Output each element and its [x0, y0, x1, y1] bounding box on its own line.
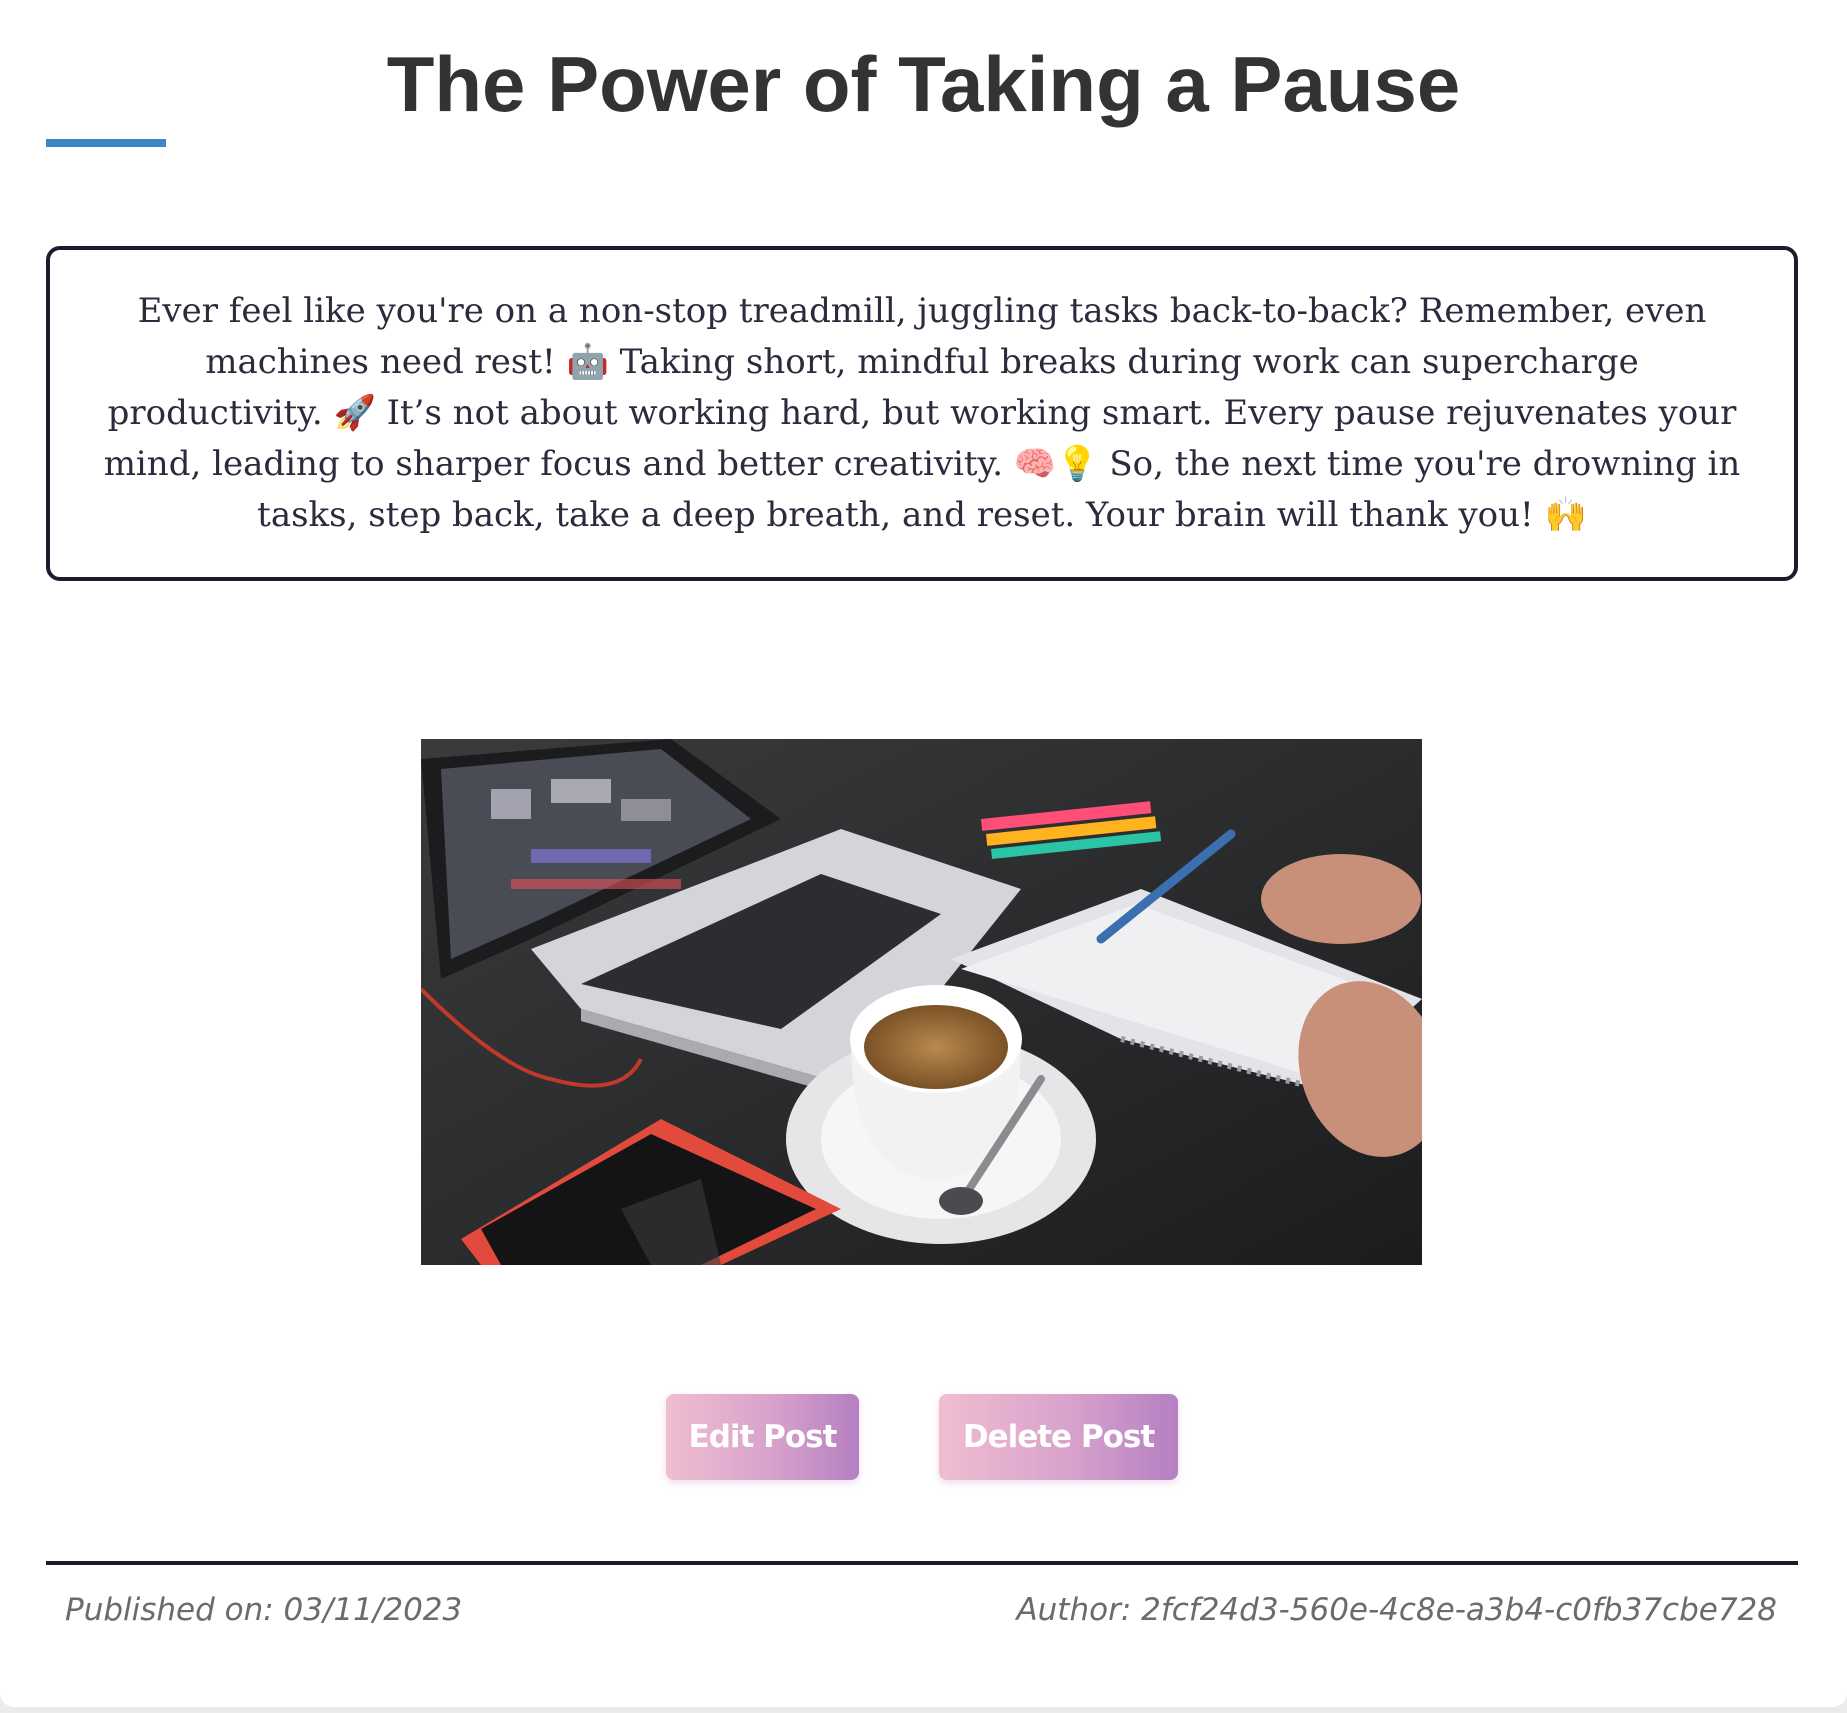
- footer-divider: [46, 1561, 1798, 1565]
- published-date: Published on: 03/11/2023: [65, 1592, 463, 1628]
- post-content: Ever feel like you're on a non-stop trea…: [103, 291, 1741, 535]
- post-author: Author: 2fcf24d3-560e-4c8e-a3b4-c0fb37cb…: [1016, 1592, 1777, 1628]
- post-title: The Power of Taking a Pause: [386, 40, 1461, 128]
- edit-post-button[interactable]: Edit Post: [666, 1394, 859, 1480]
- post-content-box: Ever feel like you're on a non-stop trea…: [46, 246, 1798, 581]
- title-underline: [46, 139, 166, 147]
- delete-post-button[interactable]: Delete Post: [939, 1394, 1178, 1480]
- post-card: The Power of Taking a Pause Ever feel li…: [0, 0, 1847, 1707]
- post-image: [421, 739, 1422, 1265]
